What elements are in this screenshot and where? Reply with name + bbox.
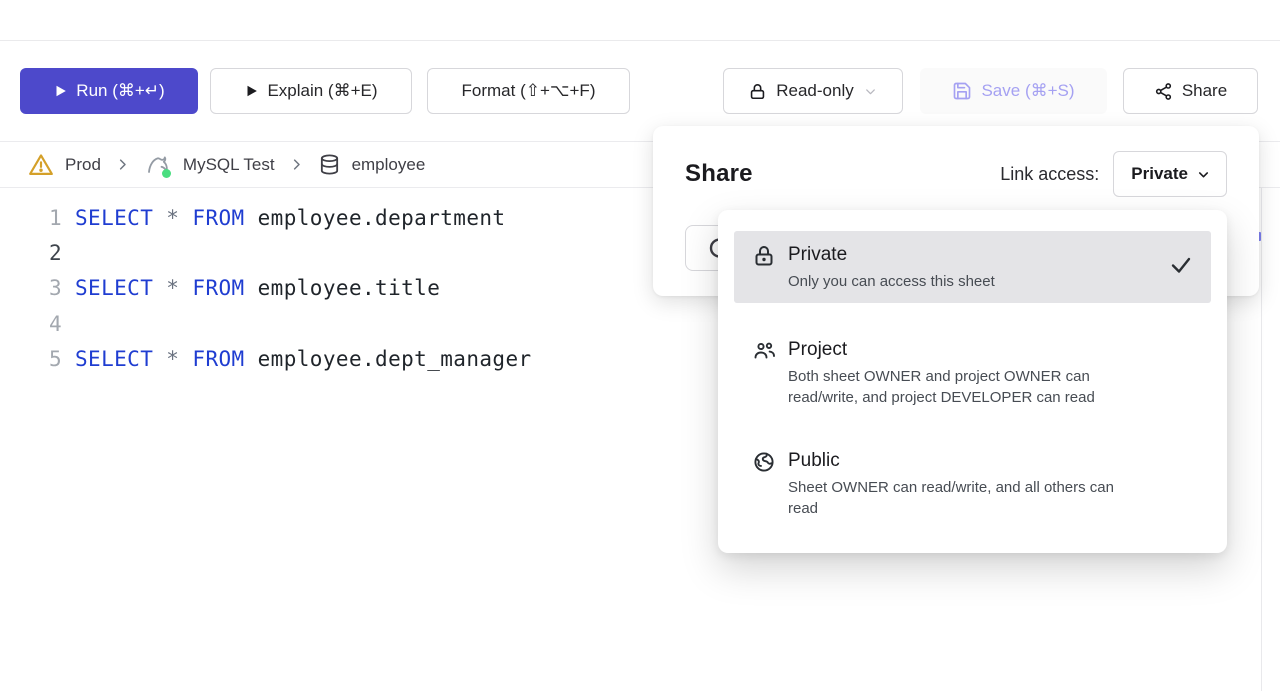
code-text[interactable]: SELECT * FROM employee.title: [75, 276, 440, 300]
sql-editor[interactable]: 1 SELECT * FROM employee.department 2 3 …: [0, 200, 660, 377]
readonly-mode-dropdown[interactable]: Read-only: [723, 68, 903, 114]
code-text[interactable]: SELECT * FROM employee.dept_manager: [75, 347, 532, 371]
menu-item-description: Only you can access this sheet: [788, 271, 995, 292]
warning-triangle-icon: [28, 152, 54, 178]
format-button-label: Format (⇧+⌥+F): [462, 81, 596, 101]
chevron-down-icon: [863, 84, 878, 99]
share-popover-header: Share Link access: Private: [653, 126, 1259, 197]
menu-item-text: Public Sheet OWNER can read/write, and a…: [788, 448, 1133, 519]
link-access-selected-value: Private: [1131, 164, 1188, 184]
lock-icon: [752, 244, 776, 273]
format-button[interactable]: Format (⇧+⌥+F): [427, 68, 630, 114]
line-number: 3: [0, 276, 62, 300]
chevron-right-icon: [115, 157, 130, 172]
sql-editor-app: Run (⌘+↵) Explain (⌘+E) Format (⇧+⌥+F) R…: [0, 0, 1280, 691]
mysql-dolphin-icon: [144, 151, 172, 179]
menu-item-text: Private Only you can access this sheet: [788, 242, 995, 292]
menu-item-title: Project: [788, 337, 1133, 363]
menu-item-title: Private: [788, 242, 995, 268]
menu-item-text: Project Both sheet OWNER and project OWN…: [788, 337, 1133, 408]
share-button[interactable]: Share: [1123, 68, 1258, 114]
menu-item-description: Sheet OWNER can read/write, and all othe…: [788, 477, 1133, 519]
share-button-label: Share: [1182, 81, 1227, 101]
code-line[interactable]: 1 SELECT * FROM employee.department: [0, 200, 660, 235]
code-line[interactable]: 5 SELECT * FROM employee.dept_manager: [0, 342, 660, 377]
code-text[interactable]: SELECT * FROM employee.department: [75, 206, 505, 230]
top-strip: [0, 0, 1280, 41]
menu-item-title: Public: [788, 448, 1133, 474]
users-icon: [752, 339, 776, 368]
check-icon: [1169, 253, 1193, 282]
line-number: 5: [0, 347, 62, 371]
database-cylinder-icon: [318, 153, 341, 176]
link-access-dropdown[interactable]: Private: [1113, 151, 1227, 197]
environment-label: Prod: [65, 155, 101, 175]
floppy-icon: [952, 81, 972, 101]
menu-item-public[interactable]: Public Sheet OWNER can read/write, and a…: [718, 448, 1227, 519]
menu-item-description: Both sheet OWNER and project OWNER can r…: [788, 366, 1133, 408]
breadcrumb-environment[interactable]: Prod: [28, 152, 101, 178]
share-popover-title: Share: [685, 160, 753, 188]
breadcrumb-instance[interactable]: MySQL Test: [144, 151, 275, 179]
explain-button[interactable]: Explain (⌘+E): [210, 68, 412, 114]
save-button-label: Save (⌘+S): [981, 81, 1074, 101]
line-number: 4: [0, 312, 62, 336]
code-line[interactable]: 3 SELECT * FROM employee.title: [0, 271, 660, 306]
play-icon: [244, 84, 258, 98]
chevron-down-icon: [1196, 167, 1211, 182]
run-button[interactable]: Run (⌘+↵): [20, 68, 198, 114]
panel-divider: [1261, 141, 1262, 691]
instance-label: MySQL Test: [183, 155, 275, 175]
code-line[interactable]: 2: [0, 235, 660, 270]
share-nodes-icon: [1154, 82, 1173, 101]
globe-icon: [752, 450, 776, 479]
readonly-label: Read-only: [776, 81, 854, 101]
explain-button-label: Explain (⌘+E): [267, 81, 377, 101]
code-line[interactable]: 4: [0, 306, 660, 341]
line-number: 1: [0, 206, 62, 230]
menu-item-private[interactable]: Private Only you can access this sheet: [734, 231, 1211, 303]
lock-icon: [748, 82, 767, 101]
database-label: employee: [352, 155, 426, 175]
play-icon: [53, 84, 67, 98]
run-button-label: Run (⌘+↵): [76, 81, 164, 101]
line-number-active: 2: [0, 241, 62, 265]
link-access-menu: Private Only you can access this sheet P…: [718, 210, 1227, 553]
instance-status-dot: [162, 169, 171, 178]
chevron-right-icon: [289, 157, 304, 172]
link-access-label: Link access:: [1000, 164, 1099, 185]
menu-item-project[interactable]: Project Both sheet OWNER and project OWN…: [718, 337, 1227, 408]
breadcrumb-database[interactable]: employee: [318, 153, 426, 176]
save-button[interactable]: Save (⌘+S): [920, 68, 1107, 114]
